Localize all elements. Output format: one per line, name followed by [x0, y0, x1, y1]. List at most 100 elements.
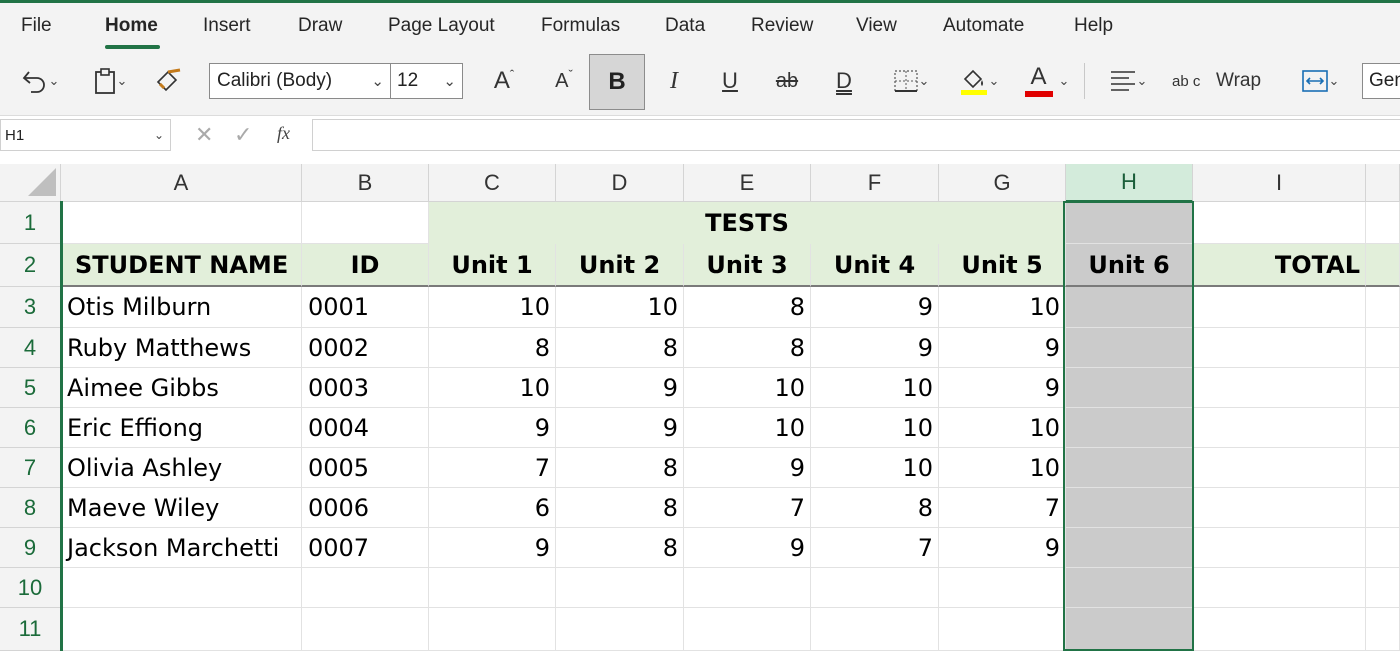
student-name-cell[interactable]: Olivia Ashley: [61, 448, 302, 488]
merge-center-button[interactable]: ⌄: [1293, 65, 1347, 97]
cell-g10[interactable]: [939, 568, 1066, 608]
cell-f9[interactable]: 7: [811, 528, 939, 568]
header-cell-d[interactable]: Unit 2: [556, 244, 684, 287]
header-cell-j[interactable]: [1366, 244, 1400, 287]
cell-b5[interactable]: 0003: [302, 368, 429, 408]
row-header-2[interactable]: 2: [0, 244, 60, 287]
cell-j4[interactable]: [1366, 328, 1400, 368]
grow-font-button[interactable]: Aˆ: [487, 64, 521, 98]
tab-page-layout[interactable]: Page Layout: [388, 15, 495, 37]
row-header-5[interactable]: 5: [0, 368, 60, 408]
cell-a10[interactable]: [61, 568, 302, 608]
cell-j5[interactable]: [1366, 368, 1400, 408]
cell-j11[interactable]: [1366, 608, 1400, 651]
cell-g4[interactable]: 9: [939, 328, 1066, 368]
column-header-f[interactable]: F: [811, 164, 939, 202]
row-header-6[interactable]: 6: [0, 408, 60, 448]
font-name-select[interactable]: Calibri (Body) ⌄: [209, 63, 391, 99]
cell-b11[interactable]: [302, 608, 429, 651]
cell-j1[interactable]: [1366, 202, 1400, 244]
cell-f3[interactable]: 9: [811, 287, 939, 328]
cell-b6[interactable]: 0004: [302, 408, 429, 448]
cell-c10[interactable]: [429, 568, 556, 608]
cell-a1[interactable]: [61, 202, 302, 244]
cell-b3[interactable]: 0001: [302, 287, 429, 328]
header-cell-i[interactable]: TOTAL: [1193, 244, 1366, 287]
cell-b8[interactable]: 0006: [302, 488, 429, 528]
cell-c5[interactable]: 10: [429, 368, 556, 408]
cell-b4[interactable]: 0002: [302, 328, 429, 368]
cell-g11[interactable]: [939, 608, 1066, 651]
tab-insert[interactable]: Insert: [203, 15, 251, 37]
cell-c4[interactable]: 8: [429, 328, 556, 368]
column-header-g[interactable]: G: [939, 164, 1066, 202]
row-header-11[interactable]: 11: [0, 608, 60, 651]
row-header-4[interactable]: 4: [0, 328, 60, 368]
cell-f6[interactable]: 10: [811, 408, 939, 448]
header-cell-g[interactable]: Unit 5: [939, 244, 1066, 287]
cell-j9[interactable]: [1366, 528, 1400, 568]
cell-j6[interactable]: [1366, 408, 1400, 448]
align-button[interactable]: ⌄: [1100, 65, 1156, 97]
cell-e9[interactable]: 9: [684, 528, 811, 568]
column-header-e[interactable]: E: [684, 164, 811, 202]
cell-g8[interactable]: 7: [939, 488, 1066, 528]
cell-i9[interactable]: [1193, 528, 1366, 568]
column-header-i[interactable]: I: [1193, 164, 1366, 202]
row-header-1[interactable]: 1: [0, 202, 60, 244]
row-header-3[interactable]: 3: [0, 287, 60, 328]
cell-i3[interactable]: [1193, 287, 1366, 328]
cell-d8[interactable]: 8: [556, 488, 684, 528]
cell-c9[interactable]: 9: [429, 528, 556, 568]
cell-e10[interactable]: [684, 568, 811, 608]
cell-c8[interactable]: 6: [429, 488, 556, 528]
cell-d7[interactable]: 8: [556, 448, 684, 488]
paste-button[interactable]: ⌄: [84, 65, 136, 97]
undo-button[interactable]: ⌄: [14, 65, 66, 97]
cell-d11[interactable]: [556, 608, 684, 651]
cell-i5[interactable]: [1193, 368, 1366, 408]
cell-b9[interactable]: 0007: [302, 528, 429, 568]
cell-j8[interactable]: [1366, 488, 1400, 528]
borders-button[interactable]: ⌄: [884, 65, 938, 97]
font-size-select[interactable]: 12 ⌄: [390, 63, 463, 99]
shrink-font-button[interactable]: Aˇ: [547, 64, 581, 98]
cell-e7[interactable]: 9: [684, 448, 811, 488]
cell-i1[interactable]: [1193, 202, 1366, 244]
tab-help[interactable]: Help: [1074, 15, 1113, 37]
cell-f10[interactable]: [811, 568, 939, 608]
cell-g5[interactable]: 9: [939, 368, 1066, 408]
cell-d5[interactable]: 9: [556, 368, 684, 408]
cell-c6[interactable]: 9: [429, 408, 556, 448]
wrap-text-button[interactable]: ab c Wrap: [1172, 63, 1272, 99]
cell-j10[interactable]: [1366, 568, 1400, 608]
cell-e4[interactable]: 8: [684, 328, 811, 368]
cell-d3[interactable]: 10: [556, 287, 684, 328]
column-header-d[interactable]: D: [556, 164, 684, 202]
select-all-corner[interactable]: [0, 164, 61, 202]
cell-e11[interactable]: [684, 608, 811, 651]
row-header-10[interactable]: 10: [0, 568, 60, 608]
cell-i10[interactable]: [1193, 568, 1366, 608]
number-format-select[interactable]: Gen: [1362, 63, 1400, 99]
tab-file[interactable]: File: [21, 15, 52, 37]
cancel-icon[interactable]: ✕: [195, 122, 213, 148]
header-cell-e[interactable]: Unit 3: [684, 244, 811, 287]
tab-view[interactable]: View: [856, 15, 897, 37]
column-header-b[interactable]: B: [302, 164, 429, 202]
header-cell-a[interactable]: STUDENT NAME: [61, 244, 302, 287]
cell-b7[interactable]: 0005: [302, 448, 429, 488]
cell-i4[interactable]: [1193, 328, 1366, 368]
row-header-9[interactable]: 9: [0, 528, 60, 568]
cell-d4[interactable]: 8: [556, 328, 684, 368]
cell-e5[interactable]: 10: [684, 368, 811, 408]
cell-d9[interactable]: 8: [556, 528, 684, 568]
tab-home[interactable]: Home: [105, 15, 158, 37]
cell-j7[interactable]: [1366, 448, 1400, 488]
student-name-cell[interactable]: Jackson Marchetti: [61, 528, 302, 568]
cell-j3[interactable]: [1366, 287, 1400, 328]
double-underline-button[interactable]: D: [827, 64, 861, 98]
fill-color-button[interactable]: ⌄: [953, 63, 1005, 99]
name-box[interactable]: H1 ⌄: [0, 119, 171, 151]
cell-b10[interactable]: [302, 568, 429, 608]
